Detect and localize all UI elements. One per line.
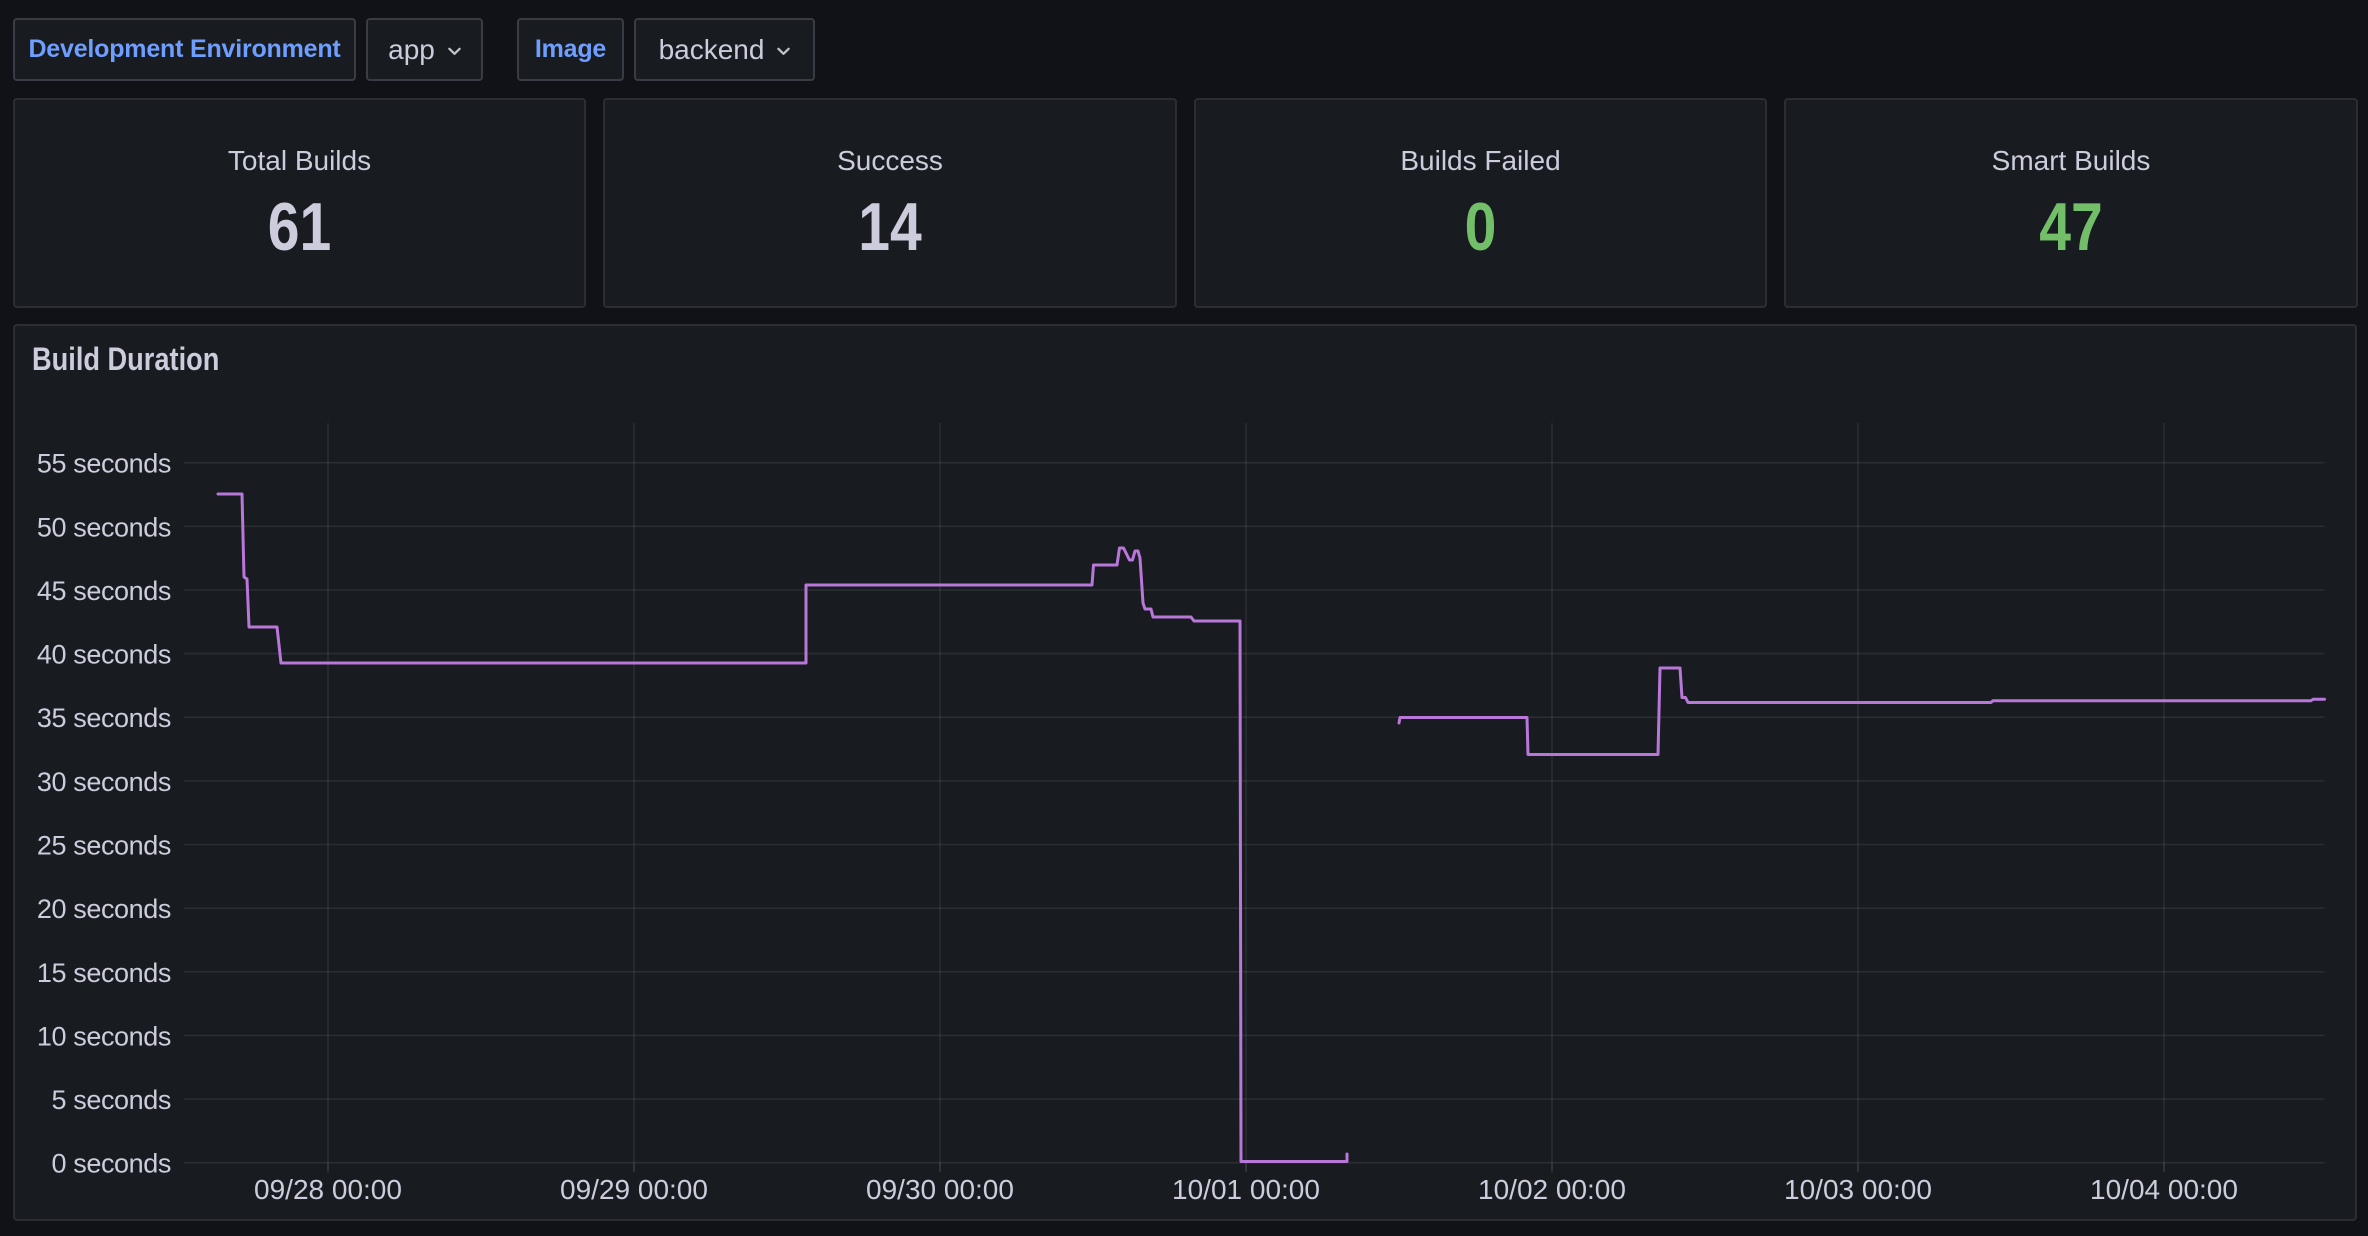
svg-text:30 seconds: 30 seconds [37, 767, 171, 797]
svg-text:40 seconds: 40 seconds [37, 640, 171, 670]
svg-text:35 seconds: 35 seconds [37, 703, 171, 733]
svg-text:15 seconds: 15 seconds [37, 958, 171, 988]
svg-text:0 seconds: 0 seconds [52, 1149, 171, 1179]
svg-text:10 seconds: 10 seconds [37, 1021, 171, 1051]
svg-text:09/30 00:00: 09/30 00:00 [866, 1174, 1014, 1205]
svg-text:50 seconds: 50 seconds [37, 512, 171, 542]
svg-text:45 seconds: 45 seconds [37, 576, 171, 606]
svg-text:09/28 00:00: 09/28 00:00 [254, 1174, 402, 1205]
svg-text:10/04 00:00: 10/04 00:00 [2090, 1174, 2238, 1205]
svg-text:09/29 00:00: 09/29 00:00 [560, 1174, 708, 1205]
svg-text:10/02 00:00: 10/02 00:00 [1478, 1174, 1626, 1205]
svg-text:10/01 00:00: 10/01 00:00 [1172, 1174, 1320, 1205]
svg-text:10/03 00:00: 10/03 00:00 [1784, 1174, 1932, 1205]
svg-text:25 seconds: 25 seconds [37, 831, 171, 861]
svg-text:55 seconds: 55 seconds [37, 449, 171, 479]
svg-text:5 seconds: 5 seconds [52, 1085, 171, 1115]
svg-text:20 seconds: 20 seconds [37, 894, 171, 924]
